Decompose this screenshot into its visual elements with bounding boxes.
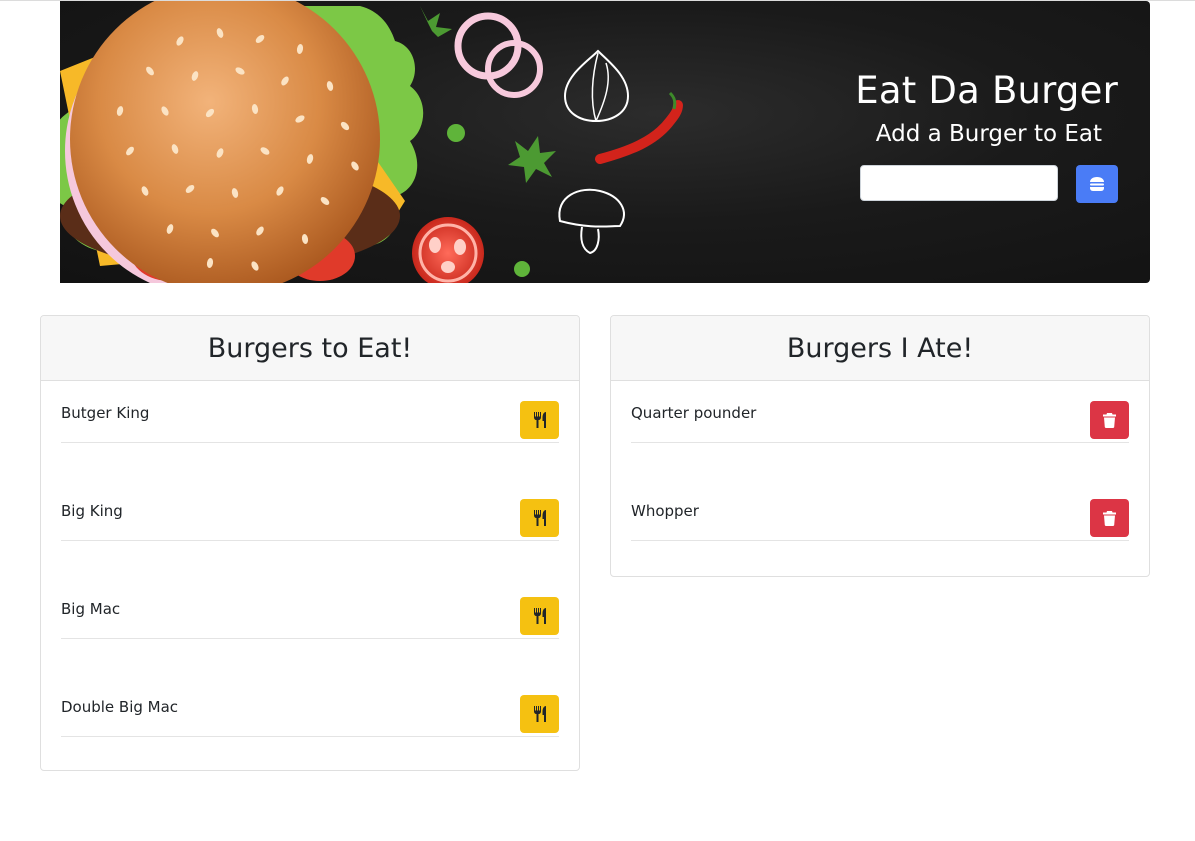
burger-icon bbox=[1090, 177, 1104, 191]
list-item: Whopper bbox=[631, 499, 1129, 541]
card-header: Burgers to Eat! bbox=[41, 316, 579, 381]
burger-name: Big Mac bbox=[61, 600, 121, 618]
delete-button[interactable] bbox=[1090, 401, 1129, 439]
list-item: Double Big Mac bbox=[61, 695, 559, 737]
burgers-to-eat-card: Burgers to Eat! Butger King Big King Big… bbox=[40, 315, 580, 771]
list-item: Quarter pounder bbox=[631, 401, 1129, 443]
utensils-icon bbox=[533, 510, 546, 526]
devour-button[interactable] bbox=[520, 597, 559, 635]
list-item: Big King bbox=[61, 499, 559, 541]
burger-name: Butger King bbox=[61, 404, 150, 422]
trash-icon bbox=[1103, 510, 1116, 526]
burger-name: Whopper bbox=[631, 502, 699, 520]
trash-icon bbox=[1103, 412, 1116, 428]
burger-name: Big King bbox=[61, 502, 123, 520]
utensils-icon bbox=[533, 608, 546, 624]
delete-button[interactable] bbox=[1090, 499, 1129, 537]
list-item: Butger King bbox=[61, 401, 559, 443]
add-burger-button[interactable] bbox=[1076, 165, 1118, 203]
burgers-eaten-card: Burgers I Ate! Quarter pounder Whopper bbox=[610, 315, 1150, 577]
page-title: Eat Da Burger bbox=[855, 69, 1118, 112]
devour-button[interactable] bbox=[520, 401, 559, 439]
burger-name-input[interactable] bbox=[860, 165, 1058, 201]
burger-illustration bbox=[60, 1, 683, 283]
card-header: Burgers I Ate! bbox=[611, 316, 1149, 381]
utensils-icon bbox=[533, 412, 546, 428]
burger-name: Double Big Mac bbox=[61, 698, 179, 716]
burger-name: Quarter pounder bbox=[631, 404, 757, 422]
hero-banner: Eat Da Burger Add a Burger to Eat bbox=[60, 1, 1150, 283]
card-title: Burgers I Ate! bbox=[786, 332, 974, 364]
list-item: Big Mac bbox=[61, 597, 559, 639]
card-title: Burgers to Eat! bbox=[207, 332, 413, 364]
devour-button[interactable] bbox=[520, 499, 559, 537]
burgers-eaten-list: Quarter pounder Whopper bbox=[611, 381, 1149, 541]
utensils-icon bbox=[533, 706, 546, 722]
burgers-to-eat-list: Butger King Big King Big Mac Double Big … bbox=[41, 381, 579, 737]
devour-button[interactable] bbox=[520, 695, 559, 733]
form-subtitle: Add a Burger to Eat bbox=[875, 121, 1102, 147]
